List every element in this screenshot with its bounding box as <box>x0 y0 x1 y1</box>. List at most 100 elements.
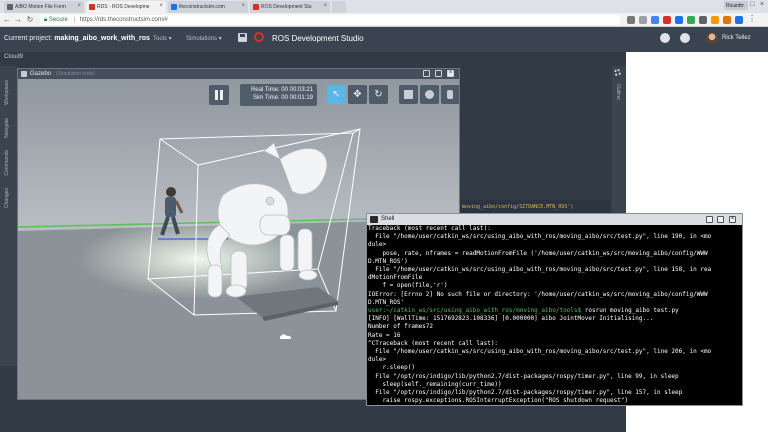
terminal-line: File "/home/user/catkin_ws/src/using_aib… <box>368 348 712 356</box>
app-title: ROS Development Studio <box>272 34 364 43</box>
close-tab-icon[interactable]: × <box>241 3 245 9</box>
maximize-icon[interactable] <box>717 216 724 223</box>
terminal-line: D.MTN_ROS' <box>368 298 405 306</box>
terminal-output[interactable]: Traceback (most recent call last): File … <box>368 225 741 405</box>
sphere-icon <box>425 90 434 99</box>
left-sidebar: Workspace Navigate Commands Changes <box>0 66 17 366</box>
box-shape-button[interactable] <box>399 85 418 104</box>
shell-window[interactable]: Shell × Traceback (most recent call last… <box>366 213 743 406</box>
sidebar-item-navigate[interactable]: Navigate <box>4 118 10 138</box>
box-icon <box>404 90 413 99</box>
minimize-icon[interactable] <box>706 216 713 223</box>
tab-label: RDS - ROS Developme <box>97 4 150 10</box>
secure-label: Secure <box>48 17 68 23</box>
browser-tab-ros-dev[interactable]: ROS Development Stu × <box>250 1 330 13</box>
gazebo-title: Gazebo <box>30 71 52 77</box>
shell-command: rosrun moving_aibo test.py <box>581 307 679 315</box>
user-name[interactable]: Rick Tellez <box>722 35 751 41</box>
avatar[interactable] <box>706 32 718 44</box>
close-tab-icon[interactable]: × <box>323 3 327 9</box>
close-icon[interactable]: × <box>729 216 736 223</box>
extension-icon[interactable] <box>675 16 683 24</box>
minimize-icon[interactable] <box>423 70 430 77</box>
minimize-window-icon[interactable]: – <box>740 1 744 8</box>
browser-toolbar: ← → ↻ 🔒︎ Secure | https://rds.theconstru… <box>0 13 768 27</box>
project-name: making_aibo_work_with_ros <box>54 35 150 42</box>
gazebo-titlebar[interactable]: Gazebo (Simulation tools) × <box>18 69 459 79</box>
terminal-line: ^CTraceback (most recent call last): <box>368 339 499 347</box>
extension-icon[interactable] <box>723 16 731 24</box>
sim-time-label: Sim Time: <box>252 95 280 101</box>
simulations-menu[interactable]: Simulations ▾ <box>186 35 222 42</box>
close-icon[interactable]: × <box>447 70 454 77</box>
tools-menu[interactable]: Tools ▾ <box>153 35 172 42</box>
browser-tab-rds[interactable]: RDS - ROS Developme × <box>86 1 166 13</box>
extension-icon[interactable] <box>711 16 719 24</box>
new-tab-button[interactable] <box>332 1 346 13</box>
browser-tab-aibo[interactable]: AIBO Motion File Form × <box>4 1 84 13</box>
favicon <box>89 4 95 10</box>
back-icon[interactable]: ← <box>2 15 12 24</box>
cylinder-shape-button[interactable] <box>441 85 459 104</box>
pause-button[interactable] <box>209 85 229 105</box>
shell-prompt: user:~/catkin_ws/src/using_aibo_with_ros… <box>368 307 582 315</box>
reload-icon[interactable]: ↻ <box>25 15 35 24</box>
address-bar[interactable]: 🔒︎ Secure | https://rds.theconstructsim.… <box>40 15 620 25</box>
save-icon[interactable] <box>238 33 247 42</box>
forward-icon[interactable]: → <box>13 15 23 24</box>
simulation-running-icon[interactable] <box>254 32 264 42</box>
terminal-line: dMotionFromFile <box>368 274 423 282</box>
profile-badge[interactable]: Ricardo <box>724 1 748 10</box>
translate-tool-button[interactable]: ✥ <box>348 85 367 104</box>
project-label: Current project: making_aibo_work_with_r… <box>4 35 150 42</box>
extension-icon[interactable] <box>699 16 707 24</box>
simulation-time-panel: Real Time: 00 00:03:21 Sim Time: 00 00:0… <box>240 84 317 106</box>
tab-label: AIBO Motion File Form <box>15 4 66 10</box>
real-time-label: Real Time: <box>250 87 280 93</box>
star-icon[interactable] <box>627 16 635 24</box>
extension-icon[interactable] <box>663 16 671 24</box>
terminal-line: dule> <box>368 241 387 249</box>
sidebar-item-outline[interactable]: Outline <box>615 84 621 100</box>
terminal-line: Number of frames72 <box>368 323 434 331</box>
favicon <box>171 4 177 10</box>
ide-label: Cloud9 <box>4 54 24 60</box>
rotate-tool-button[interactable]: ↻ <box>369 85 388 104</box>
address-separator: | <box>73 17 76 23</box>
select-tool-button[interactable]: ↖ <box>327 85 346 104</box>
globe-icon[interactable] <box>660 33 670 43</box>
terminal-line: raise rospy.exceptions.ROSInterruptExcep… <box>368 397 629 405</box>
terminal-line: File "/home/user/catkin_ws/src/using_aib… <box>368 233 712 241</box>
extension-icon[interactable] <box>639 16 647 24</box>
sphere-shape-button[interactable] <box>420 85 439 104</box>
terminal-line: File "/opt/ros/indigo/lib/python2.7/dist… <box>368 372 679 380</box>
terminal-icon <box>370 216 378 223</box>
terminal-line: Rate = 16 <box>368 331 401 339</box>
terminal-line: sleep(self._remaining(curr_time)) <box>368 380 502 388</box>
sidebar-item-commands[interactable]: Commands <box>4 150 10 176</box>
extension-icon[interactable] <box>687 16 695 24</box>
terminal-line: r.sleep() <box>368 364 415 372</box>
terminal-line: IOError: [Errno 2] No such file or direc… <box>368 290 708 298</box>
shell-title: Shell <box>381 216 395 222</box>
terminal-line: File "/home/user/catkin_ws/src/using_aib… <box>368 266 712 274</box>
close-tab-icon[interactable]: × <box>159 3 163 9</box>
maximize-icon[interactable] <box>435 70 442 77</box>
sim-time-value: 00 00:01:19 <box>281 95 313 101</box>
menu-icon[interactable]: ⋮ <box>748 15 756 24</box>
shell-titlebar[interactable]: Shell × <box>367 214 742 225</box>
browser-tab-theconstruct[interactable]: theconstructsim.com × <box>168 1 248 13</box>
close-window-icon[interactable]: × <box>760 1 764 8</box>
close-tab-icon[interactable]: × <box>77 3 81 9</box>
extension-icon[interactable] <box>651 16 659 24</box>
extension-icon[interactable] <box>735 16 743 24</box>
gear-icon[interactable] <box>614 69 621 76</box>
browser-tab-bar: AIBO Motion File Form × RDS - ROS Develo… <box>0 0 768 13</box>
terminal-line: dule> <box>368 356 387 364</box>
sidebar-item-workspace[interactable]: Workspace <box>4 80 10 105</box>
maximize-window-icon[interactable]: □ <box>750 1 754 8</box>
url-text: https://rds.theconstructsim.com/# <box>79 17 168 23</box>
sidebar-item-changes[interactable]: Changes <box>4 188 10 208</box>
terminal-prompt-line: user:~/catkin_ws/src/using_aibo_with_ros… <box>368 307 741 315</box>
clock-icon[interactable] <box>680 33 690 43</box>
